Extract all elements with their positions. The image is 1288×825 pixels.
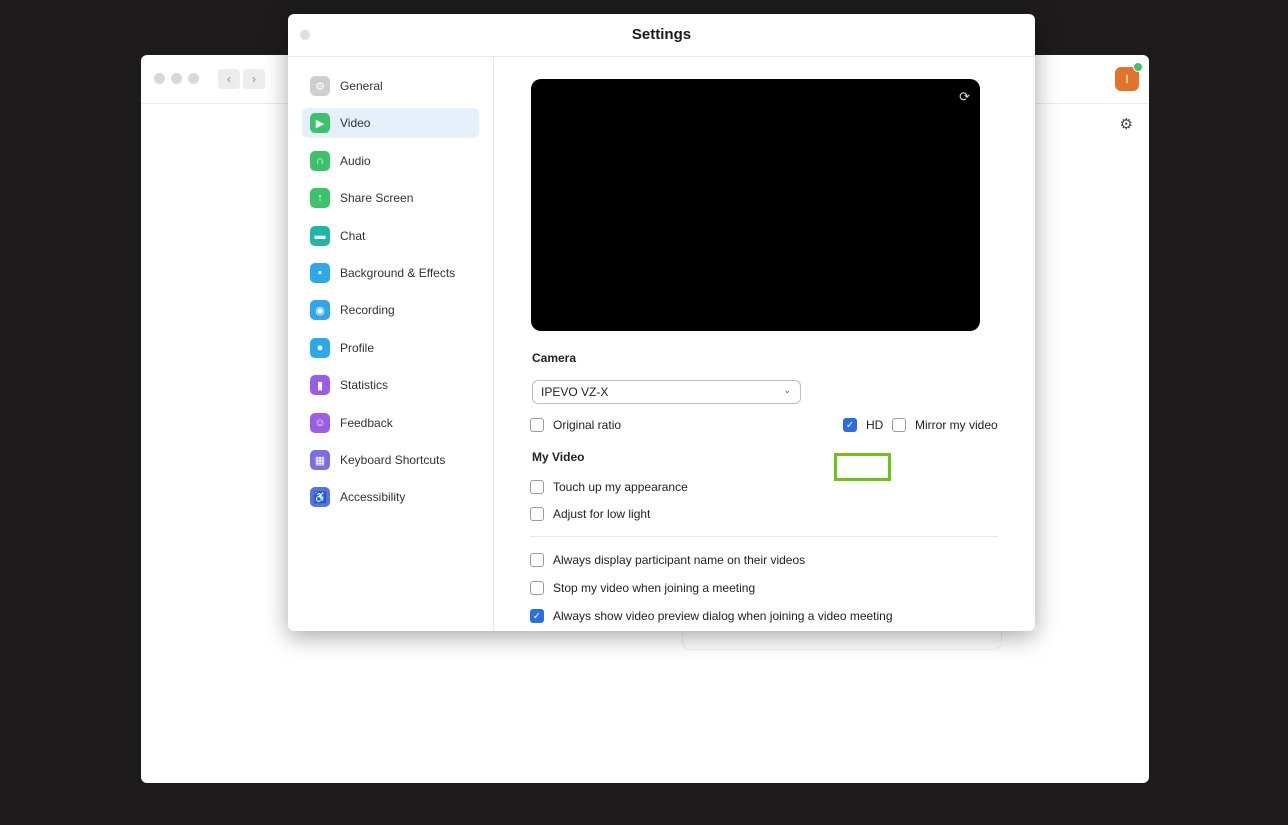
sidebar-item-profile[interactable]: ● Profile <box>302 333 479 363</box>
gear-icon[interactable]: ⚙ <box>1120 115 1133 133</box>
low-light-option[interactable]: Adjust for low light <box>530 507 650 521</box>
display-names-option[interactable]: Always display participant name on their… <box>530 553 805 567</box>
share-screen-icon: ↑ <box>310 188 330 209</box>
sidebar-item-video[interactable]: ▶ Video <box>302 108 479 139</box>
sidebar-item-general[interactable]: ⚙ General <box>302 71 479 101</box>
chevron-down-icon: ⌄ <box>783 385 791 395</box>
sidebar-item-label: Background & Effects <box>340 266 456 280</box>
hd-checkbox[interactable]: ✓ <box>843 418 857 432</box>
keyboard-icon: ▦ <box>310 450 330 470</box>
sidebar-item-accessibility[interactable]: ♿ Accessibility <box>302 482 479 512</box>
hd-label: HD <box>866 418 884 432</box>
hd-highlight-box <box>834 453 891 481</box>
camera-select-value: IPEVO VZ-X <box>541 385 609 399</box>
video-camera-icon: ▶ <box>310 113 330 134</box>
my-video-heading: My Video <box>532 450 585 464</box>
original-ratio-option[interactable]: Original ratio <box>530 418 621 432</box>
mirror-label: Mirror my video <box>915 418 998 432</box>
video-settings-panel: ⟳ Camera IPEVO VZ-X ⌄ Original ratio ✓ H… <box>494 57 1035 631</box>
dialog-titlebar: Settings <box>288 14 1035 57</box>
sidebar-item-keyboard-shortcuts[interactable]: ▦ Keyboard Shortcuts <box>302 445 479 475</box>
original-ratio-label: Original ratio <box>553 418 622 432</box>
sidebar-item-statistics[interactable]: ▮ Statistics <box>302 370 479 400</box>
preview-dialog-checkbox[interactable]: ✓ <box>530 609 544 623</box>
sidebar-item-label: Accessibility <box>340 490 406 505</box>
touch-up-option[interactable]: Touch up my appearance <box>530 480 688 494</box>
window-zoom-button[interactable] <box>188 73 199 84</box>
preview-dialog-option[interactable]: ✓ Always show video preview dialog when … <box>530 609 893 623</box>
original-ratio-checkbox[interactable] <box>530 418 544 432</box>
display-names-checkbox[interactable] <box>530 553 544 567</box>
profile-icon: ● <box>310 337 330 358</box>
statistics-icon: ▮ <box>310 375 330 396</box>
sidebar-item-audio[interactable]: ∩ Audio <box>302 146 479 176</box>
sidebar-item-label: Audio <box>340 153 371 168</box>
forward-button[interactable]: › <box>243 69 265 89</box>
settings-sidebar: ⚙ General ▶ Video ∩ Audio ↑ Share Screen ▬ Chat ▪ B… <box>288 57 494 631</box>
touch-up-label: Touch up my appearance <box>553 480 688 494</box>
sidebar-item-label: Video <box>340 116 371 131</box>
sidebar-item-label: Keyboard Shortcuts <box>340 453 446 467</box>
sidebar-item-label: General <box>340 79 383 93</box>
headphones-icon: ∩ <box>310 150 330 171</box>
dialog-title: Settings <box>631 26 692 43</box>
recording-icon: ◉ <box>310 300 330 321</box>
window-minimize-button[interactable] <box>171 73 182 84</box>
stop-video-option[interactable]: Stop my video when joining a meeting <box>530 581 755 595</box>
settings-dialog: Settings ⚙ General ▶ Video ∩ Audio ↑ Share Scre… <box>288 14 1035 631</box>
sidebar-item-chat[interactable]: ▬ Chat <box>302 221 479 251</box>
low-light-checkbox[interactable] <box>530 507 544 521</box>
sidebar-item-share-screen[interactable]: ↑ Share Screen <box>302 183 479 213</box>
sidebar-item-label: Feedback <box>340 415 393 430</box>
feedback-icon: ☺ <box>310 412 330 433</box>
rotate-camera-icon[interactable]: ⟳ <box>959 89 970 105</box>
back-button[interactable]: ‹ <box>218 69 240 89</box>
chat-icon: ▬ <box>310 225 330 246</box>
sidebar-item-feedback[interactable]: ☺ Feedback <box>302 408 479 438</box>
sidebar-item-label: Recording <box>340 303 395 318</box>
sidebar-item-label: Share Screen <box>340 191 414 206</box>
touch-up-checkbox[interactable] <box>530 480 544 494</box>
sidebar-item-label: Statistics <box>340 378 389 393</box>
sidebar-item-background-effects[interactable]: ▪ Background & Effects <box>302 258 479 288</box>
accessibility-icon: ♿ <box>310 487 330 508</box>
sidebar-item-recording[interactable]: ◉ Recording <box>302 295 479 325</box>
section-divider <box>530 536 998 537</box>
low-light-label: Adjust for low light <box>553 507 651 521</box>
sidebar-item-label: Chat <box>340 228 366 243</box>
dialog-close-button[interactable] <box>300 30 310 40</box>
stop-video-checkbox[interactable] <box>530 581 544 595</box>
background-icon: ▪ <box>310 263 330 283</box>
mirror-option[interactable]: Mirror my video <box>892 418 998 432</box>
camera-select[interactable]: IPEVO VZ-X ⌄ <box>532 380 801 404</box>
video-preview: ⟳ <box>531 79 980 331</box>
sidebar-item-label: Profile <box>340 340 375 355</box>
gear-icon: ⚙ <box>310 76 330 96</box>
stop-video-label: Stop my video when joining a meeting <box>553 581 756 595</box>
hd-option[interactable]: ✓ HD <box>843 418 883 432</box>
display-names-label: Always display participant name on their… <box>553 553 806 567</box>
preview-dialog-label: Always show video preview dialog when jo… <box>553 609 893 623</box>
online-status-dot <box>1133 62 1143 72</box>
camera-heading: Camera <box>532 351 577 365</box>
mirror-checkbox[interactable] <box>892 418 906 432</box>
window-close-button[interactable] <box>154 73 165 84</box>
